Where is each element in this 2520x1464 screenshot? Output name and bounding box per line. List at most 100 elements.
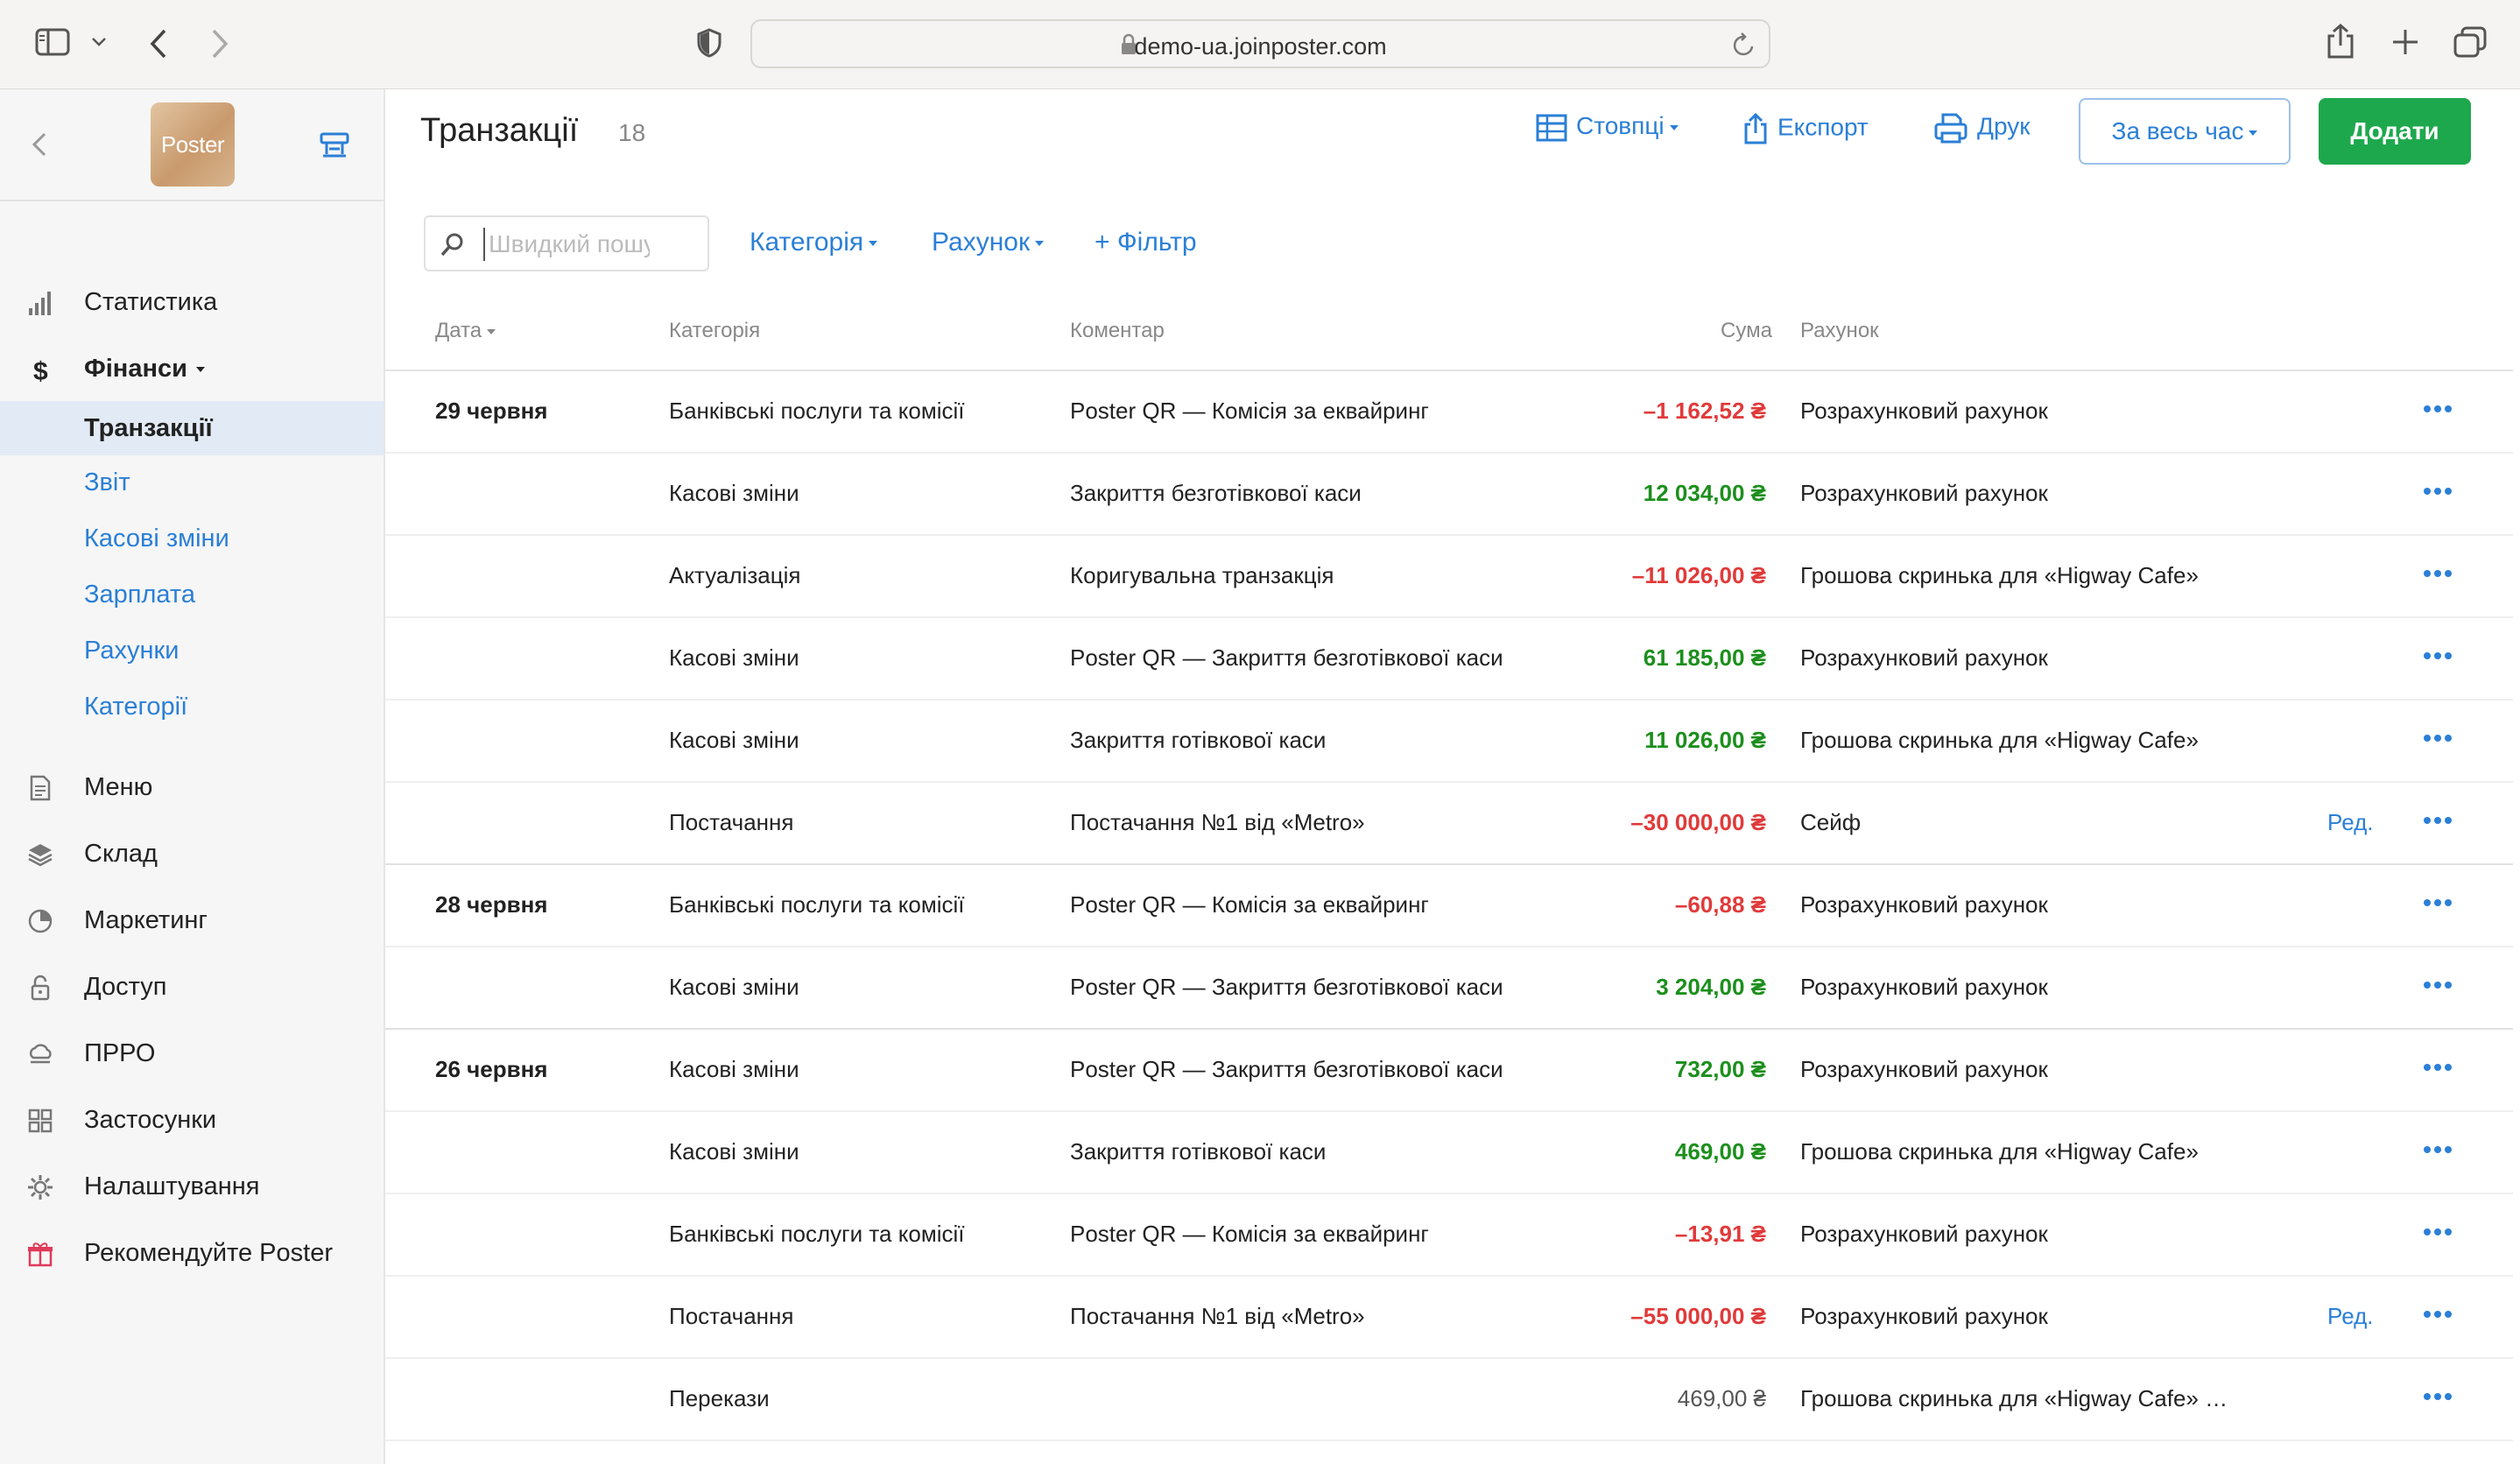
add-filter-button[interactable]: + Фільтр <box>1095 228 1197 257</box>
sidebar-sub-label: Звіт <box>84 468 130 496</box>
new-tab-icon[interactable] <box>2391 28 2419 56</box>
row-account: Розрахунковий рахунок <box>1800 1221 2048 1247</box>
more-actions-icon[interactable] <box>2424 648 2459 665</box>
row-comment: Poster QR — Закриття безготівкової каси <box>1070 974 1503 1000</box>
more-actions-icon[interactable] <box>2424 401 2459 419</box>
sidebar-item-prro[interactable]: ПРРО <box>0 1026 384 1080</box>
table-row[interactable]: Актуалізація Коригувальна транзакція –11 0… <box>385 536 2513 618</box>
row-category: Касові зміни <box>669 1138 799 1165</box>
sidebar-sub-accounts[interactable]: Рахунки <box>0 623 384 678</box>
table-row[interactable]: Касові зміни Poster QR — Закриття безготі… <box>385 947 2513 1030</box>
table-row[interactable]: Постачання Постачання №1 від «Metro» –30 0… <box>385 783 2513 865</box>
export-icon <box>1744 112 1767 144</box>
table-row[interactable]: Перекази 469,00 ₴ Грошова скринька для «Hi… <box>385 1359 2513 1441</box>
forward-icon[interactable] <box>210 28 229 60</box>
dollar-icon: $ <box>33 357 48 384</box>
chevron-down-icon <box>2249 130 2258 136</box>
table-row[interactable]: Касові зміни Закриття готівкової каси 469,… <box>385 1112 2513 1194</box>
more-actions-icon[interactable] <box>2424 813 2459 830</box>
chevron-down-icon[interactable] <box>91 37 107 47</box>
table-row[interactable]: 28 червня Банківські послуги та комісії Po… <box>385 865 2513 947</box>
row-comment: Закриття безготівкової каси <box>1070 480 1362 506</box>
table-row[interactable]: 26 червня Касові зміни Poster QR — Закритт… <box>385 1030 2513 1112</box>
gear-icon <box>28 1175 53 1200</box>
table-row[interactable]: Касові зміни Poster QR — Закриття безготі… <box>385 618 2513 700</box>
sidebar-item-settings[interactable]: Налаштування <box>0 1159 384 1214</box>
more-actions-icon[interactable] <box>2424 483 2459 501</box>
gift-icon <box>28 1242 53 1267</box>
account-filter[interactable]: Рахунок <box>932 228 1045 257</box>
more-actions-icon[interactable] <box>2424 566 2459 583</box>
sidebar-item-apps[interactable]: Застосунки <box>0 1093 384 1147</box>
search-icon <box>440 233 463 257</box>
sidebar-item-label: Меню <box>84 773 153 801</box>
sidebar-item-finance[interactable]: $ Фінанси <box>0 341 384 396</box>
sidebar-sub-categories[interactable]: Категорії <box>0 679 384 734</box>
more-actions-icon[interactable] <box>2424 730 2459 748</box>
add-transaction-button[interactable]: Додати <box>2319 98 2471 165</box>
sidebar-item-marketing[interactable]: Маркетинг <box>0 893 384 947</box>
more-actions-icon[interactable] <box>2424 1389 2459 1406</box>
row-category: Касові зміни <box>669 1056 799 1082</box>
sidebar-sub-salary[interactable]: Зарплата <box>0 567 384 622</box>
category-filter[interactable]: Категорія <box>750 228 878 257</box>
table-row[interactable]: Постачання Постачання №1 від «Metro» –55 0… <box>385 1277 2513 1359</box>
sidebar-sub-report[interactable]: Звіт <box>0 455 384 510</box>
page-title: Транзакції <box>420 112 579 149</box>
share-icon[interactable] <box>2326 23 2355 60</box>
row-sum: 3 204,00 ₴ <box>1656 974 1766 1000</box>
row-category: Банківські послуги та комісії <box>669 891 965 918</box>
more-actions-icon[interactable] <box>2424 1306 2459 1324</box>
table-row[interactable]: Касові зміни Закриття готівкової каси 11 0… <box>385 700 2513 783</box>
row-comment: Poster QR — Закриття безготівкової каси <box>1070 644 1503 671</box>
row-comment: Закриття готівкової каси <box>1070 1138 1327 1165</box>
row-category: Касові зміни <box>669 644 799 671</box>
address-bar[interactable]: demo-ua.joinposter.com <box>750 19 1770 68</box>
row-edit-link[interactable]: Ред. <box>2327 809 2373 836</box>
more-actions-icon[interactable] <box>2424 895 2459 912</box>
sidebar-item-storage[interactable]: Склад <box>0 827 384 881</box>
search-input[interactable] <box>483 228 650 261</box>
column-header-account: Рахунок <box>1800 319 1879 342</box>
row-account: Розрахунковий рахунок <box>1800 974 2048 1000</box>
more-actions-icon[interactable] <box>2424 1224 2459 1242</box>
pos-terminal-icon[interactable] <box>319 130 350 161</box>
more-actions-icon[interactable] <box>2424 1059 2459 1077</box>
more-actions-icon[interactable] <box>2424 1142 2459 1159</box>
sidebar-item-access[interactable]: Доступ <box>0 960 384 1014</box>
bar-chart-icon <box>29 292 51 315</box>
sidebar-sub-label: Транзакції <box>84 414 213 442</box>
sidebar-sub-cash-shifts[interactable]: Касові зміни <box>0 511 384 566</box>
poster-logo[interactable]: Poster <box>151 102 235 187</box>
table-row[interactable]: 29 червня Банківські послуги та комісії Po… <box>385 371 2513 454</box>
back-icon[interactable] <box>149 28 168 60</box>
row-edit-link[interactable]: Ред. <box>2327 1303 2373 1330</box>
sidebar-item-menu[interactable]: Меню <box>0 760 384 814</box>
period-select[interactable]: За весь час <box>2079 98 2291 165</box>
sidebar-toggle-icon[interactable] <box>35 28 70 56</box>
sidebar-sub-label: Касові зміни <box>84 524 229 553</box>
collapse-sidebar-icon[interactable] <box>32 131 47 158</box>
column-header-date[interactable]: Дата <box>435 319 496 343</box>
sidebar-item-label: Склад <box>84 840 158 868</box>
column-header-date-label: Дата <box>435 319 482 342</box>
print-button[interactable]: Друк <box>1933 112 2030 144</box>
tabs-overview-icon[interactable] <box>2453 26 2487 58</box>
row-comment: Poster QR — Закриття безготівкової каси <box>1070 1056 1503 1082</box>
sidebar-sub-transactions[interactable]: Транзакції <box>0 401 384 455</box>
row-category: Перекази <box>669 1385 770 1411</box>
row-category: Касові зміни <box>669 974 799 1000</box>
quick-search[interactable] <box>424 215 709 271</box>
sidebar-item-statistics[interactable]: Статистика <box>0 275 384 329</box>
chevron-down-icon <box>869 241 878 247</box>
reload-icon[interactable] <box>1732 32 1756 58</box>
table-row[interactable]: Банківські послуги та комісії Poster QR —… <box>385 1194 2513 1277</box>
table-row[interactable]: Касові зміни Закриття безготівкової каси 1… <box>385 454 2513 536</box>
columns-button[interactable]: Стовпці <box>1536 112 1679 142</box>
export-button[interactable]: Експорт <box>1742 112 1869 145</box>
sidebar-item-recommend[interactable]: Рекомендуйте Poster <box>0 1226 384 1280</box>
shield-icon[interactable] <box>696 28 722 58</box>
more-actions-icon[interactable] <box>2424 977 2459 995</box>
column-header-category: Категорія <box>669 319 761 342</box>
main-content: Транзакції 18 Стовпці Експорт Друк За ве… <box>385 89 2520 1464</box>
